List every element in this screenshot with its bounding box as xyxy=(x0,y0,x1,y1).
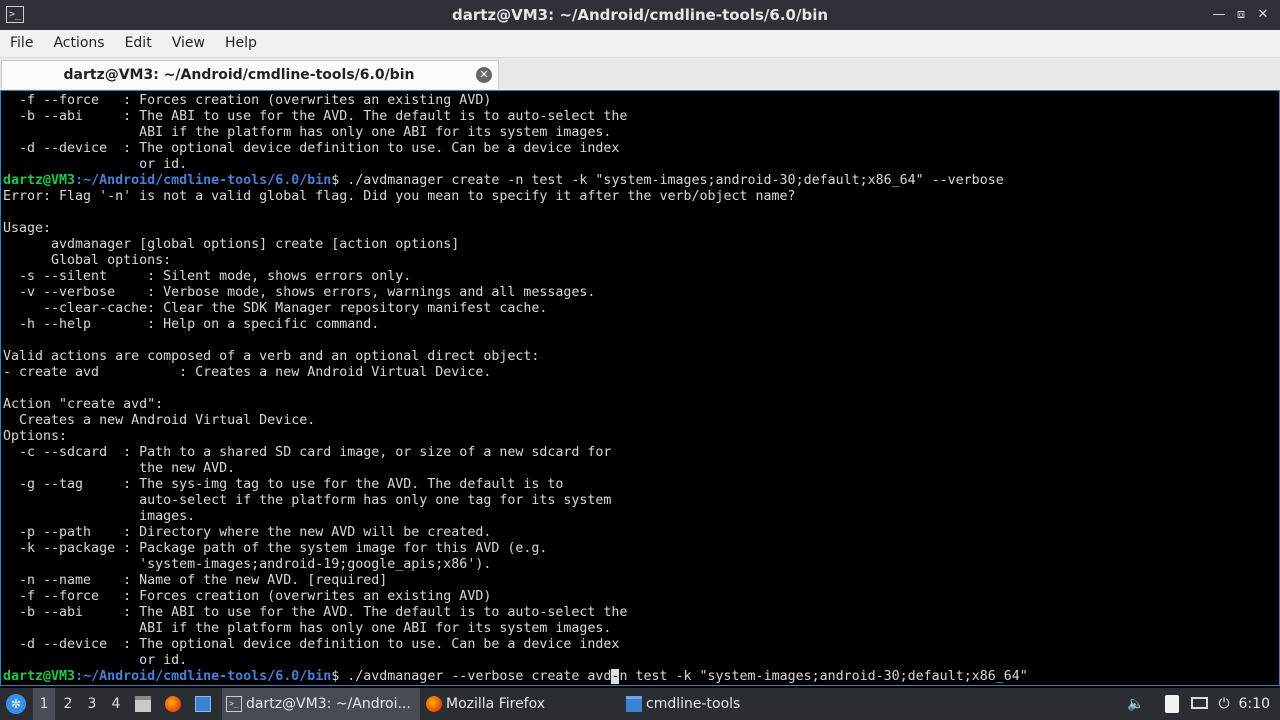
output-line: -b --abi : The ABI to use for the AVD. T… xyxy=(3,109,628,124)
output-line: 'system-images;android-19;google_apis;x8… xyxy=(3,557,492,572)
output-line: or id. xyxy=(3,157,188,172)
output-line: Action "create avd": xyxy=(3,397,164,412)
maximize-button[interactable]: ⧈ xyxy=(1230,0,1252,30)
file-manager-icon xyxy=(135,696,151,712)
task-label: dartz@VM3: ~/Androi... xyxy=(246,696,411,712)
output-line: -p --path : Directory where the new AVD … xyxy=(3,525,492,540)
tab-bar: dartz@VM3: ~/Android/cmdline-tools/6.0/b… xyxy=(0,58,1280,90)
output-line: Error: Flag '-n' is not a valid global f… xyxy=(3,189,796,204)
taskbar: ✼ 1 2 3 4 >_ dartz@VM3: ~/Androi... Mozi… xyxy=(0,688,1280,720)
output-line: -f --force : Forces creation (overwrites… xyxy=(3,93,492,108)
menu-view[interactable]: View xyxy=(162,30,215,57)
folder-icon xyxy=(626,696,642,712)
output-line: -c --sdcard : Path to a shared SD card i… xyxy=(3,445,612,460)
menu-bar: File Actions Edit View Help xyxy=(0,30,1280,58)
output-line: -d --device : The optional device defini… xyxy=(3,637,620,652)
menu-help[interactable]: Help xyxy=(215,30,267,57)
output-line: Usage: xyxy=(3,221,52,236)
output-line: -b --abi : The ABI to use for the AVD. T… xyxy=(3,605,628,620)
start-menu-icon: ✼ xyxy=(6,694,26,714)
output-line: or id. xyxy=(3,653,188,668)
prompt-line: dartz@VM3:~/Android/cmdline-tools/6.0/bi… xyxy=(3,669,1028,685)
prompt-user: dartz@VM3 xyxy=(3,669,76,684)
task-file-manager[interactable]: cmdline-tools xyxy=(622,688,818,720)
output-line: -f --force : Forces creation (overwrites… xyxy=(3,589,492,604)
output-line: the new AVD. xyxy=(3,461,236,476)
volume-icon[interactable]: 🔈 xyxy=(1124,688,1148,720)
menu-edit[interactable]: Edit xyxy=(115,30,162,57)
close-circle-icon[interactable]: ✕ xyxy=(476,67,492,83)
prompt-path: :~/Android/cmdline-tools/6.0/bin xyxy=(75,173,332,188)
output-line: images. xyxy=(3,509,196,524)
command-text: $ ./avdmanager --verbose create avd xyxy=(331,669,612,684)
output-line: Options: xyxy=(3,429,68,444)
output-line: Valid actions are composed of a verb and… xyxy=(3,349,540,364)
output-line: Global options: xyxy=(3,253,172,268)
firefox-launcher[interactable] xyxy=(162,688,184,720)
terminal-icon: >_ xyxy=(226,696,242,712)
command-text: $ ./avdmanager create -n test -k "system… xyxy=(331,173,1004,188)
output-line: -k --package : Package path of the syste… xyxy=(3,541,548,556)
output-line: auto-select if the platform has only one… xyxy=(3,493,612,508)
clipboard-icon[interactable] xyxy=(1160,688,1184,720)
workspace-4[interactable]: 4 xyxy=(105,688,127,720)
output-line: -v --verbose : Verbose mode, shows error… xyxy=(3,285,596,300)
output-line: -s --silent : Silent mode, shows errors … xyxy=(3,269,412,284)
output-line: Creates a new Android Virtual Device. xyxy=(3,413,316,428)
terminal-tab[interactable]: dartz@VM3: ~/Android/cmdline-tools/6.0/b… xyxy=(1,60,499,89)
output-line: avdmanager [global options] create [acti… xyxy=(3,237,460,252)
display-icon[interactable] xyxy=(1188,688,1212,720)
output-line: -n --name : Name of the new AVD. [requir… xyxy=(3,573,388,588)
command-text: n test -k "system-images;android-30;defa… xyxy=(619,669,1028,684)
firefox-icon xyxy=(165,696,181,712)
menu-file[interactable]: File xyxy=(0,30,43,57)
prompt-user: dartz@VM3 xyxy=(3,173,76,188)
terminal-lines: -f --force : Forces creation (overwrites… xyxy=(3,93,1028,685)
prompt-line: dartz@VM3:~/Android/cmdline-tools/6.0/bi… xyxy=(3,173,1028,189)
start-menu-button[interactable]: ✼ xyxy=(4,688,28,720)
terminal-output[interactable]: -f --force : Forces creation (overwrites… xyxy=(0,90,1280,686)
menu-actions[interactable]: Actions xyxy=(43,30,114,57)
power-icon[interactable]: ⏻ xyxy=(1212,688,1236,720)
task-label: cmdline-tools xyxy=(646,696,741,712)
task-firefox[interactable]: Mozilla Firefox xyxy=(422,688,618,720)
output-line: ABI if the platform has only one ABI for… xyxy=(3,621,612,636)
firefox-icon xyxy=(426,696,442,712)
output-line: --clear-cache: Clear the SDK Manager rep… xyxy=(3,301,548,316)
output-line: ABI if the platform has only one ABI for… xyxy=(3,125,612,140)
window-titlebar: >_ dartz@VM3: ~/Android/cmdline-tools/6.… xyxy=(0,0,1280,30)
workspace-1[interactable]: 1 xyxy=(33,688,55,720)
workspace-2[interactable]: 2 xyxy=(57,688,79,720)
output-line: -g --tag : The sys-img tag to use for th… xyxy=(3,477,564,492)
minimize-button[interactable]: — xyxy=(1208,0,1230,30)
workspace-3[interactable]: 3 xyxy=(81,688,103,720)
close-button[interactable]: ✕ xyxy=(1252,0,1274,30)
prompt-path: :~/Android/cmdline-tools/6.0/bin xyxy=(75,669,332,684)
output-line: - create avd : Creates a new Android Vir… xyxy=(3,365,492,380)
task-label: Mozilla Firefox xyxy=(446,696,546,712)
show-desktop-icon xyxy=(195,696,211,712)
window-title: dartz@VM3: ~/Android/cmdline-tools/6.0/b… xyxy=(451,6,829,24)
file-manager-launcher[interactable] xyxy=(132,688,154,720)
clock: 6:10 xyxy=(1238,696,1270,712)
task-terminal[interactable]: >_ dartz@VM3: ~/Androi... xyxy=(222,688,420,720)
output-line: -h --help : Help on a specific command. xyxy=(3,317,380,332)
output-line: -d --device : The optional device defini… xyxy=(3,141,620,156)
tab-label: dartz@VM3: ~/Android/cmdline-tools/6.0/b… xyxy=(63,67,415,83)
show-desktop-launcher[interactable] xyxy=(192,688,214,720)
